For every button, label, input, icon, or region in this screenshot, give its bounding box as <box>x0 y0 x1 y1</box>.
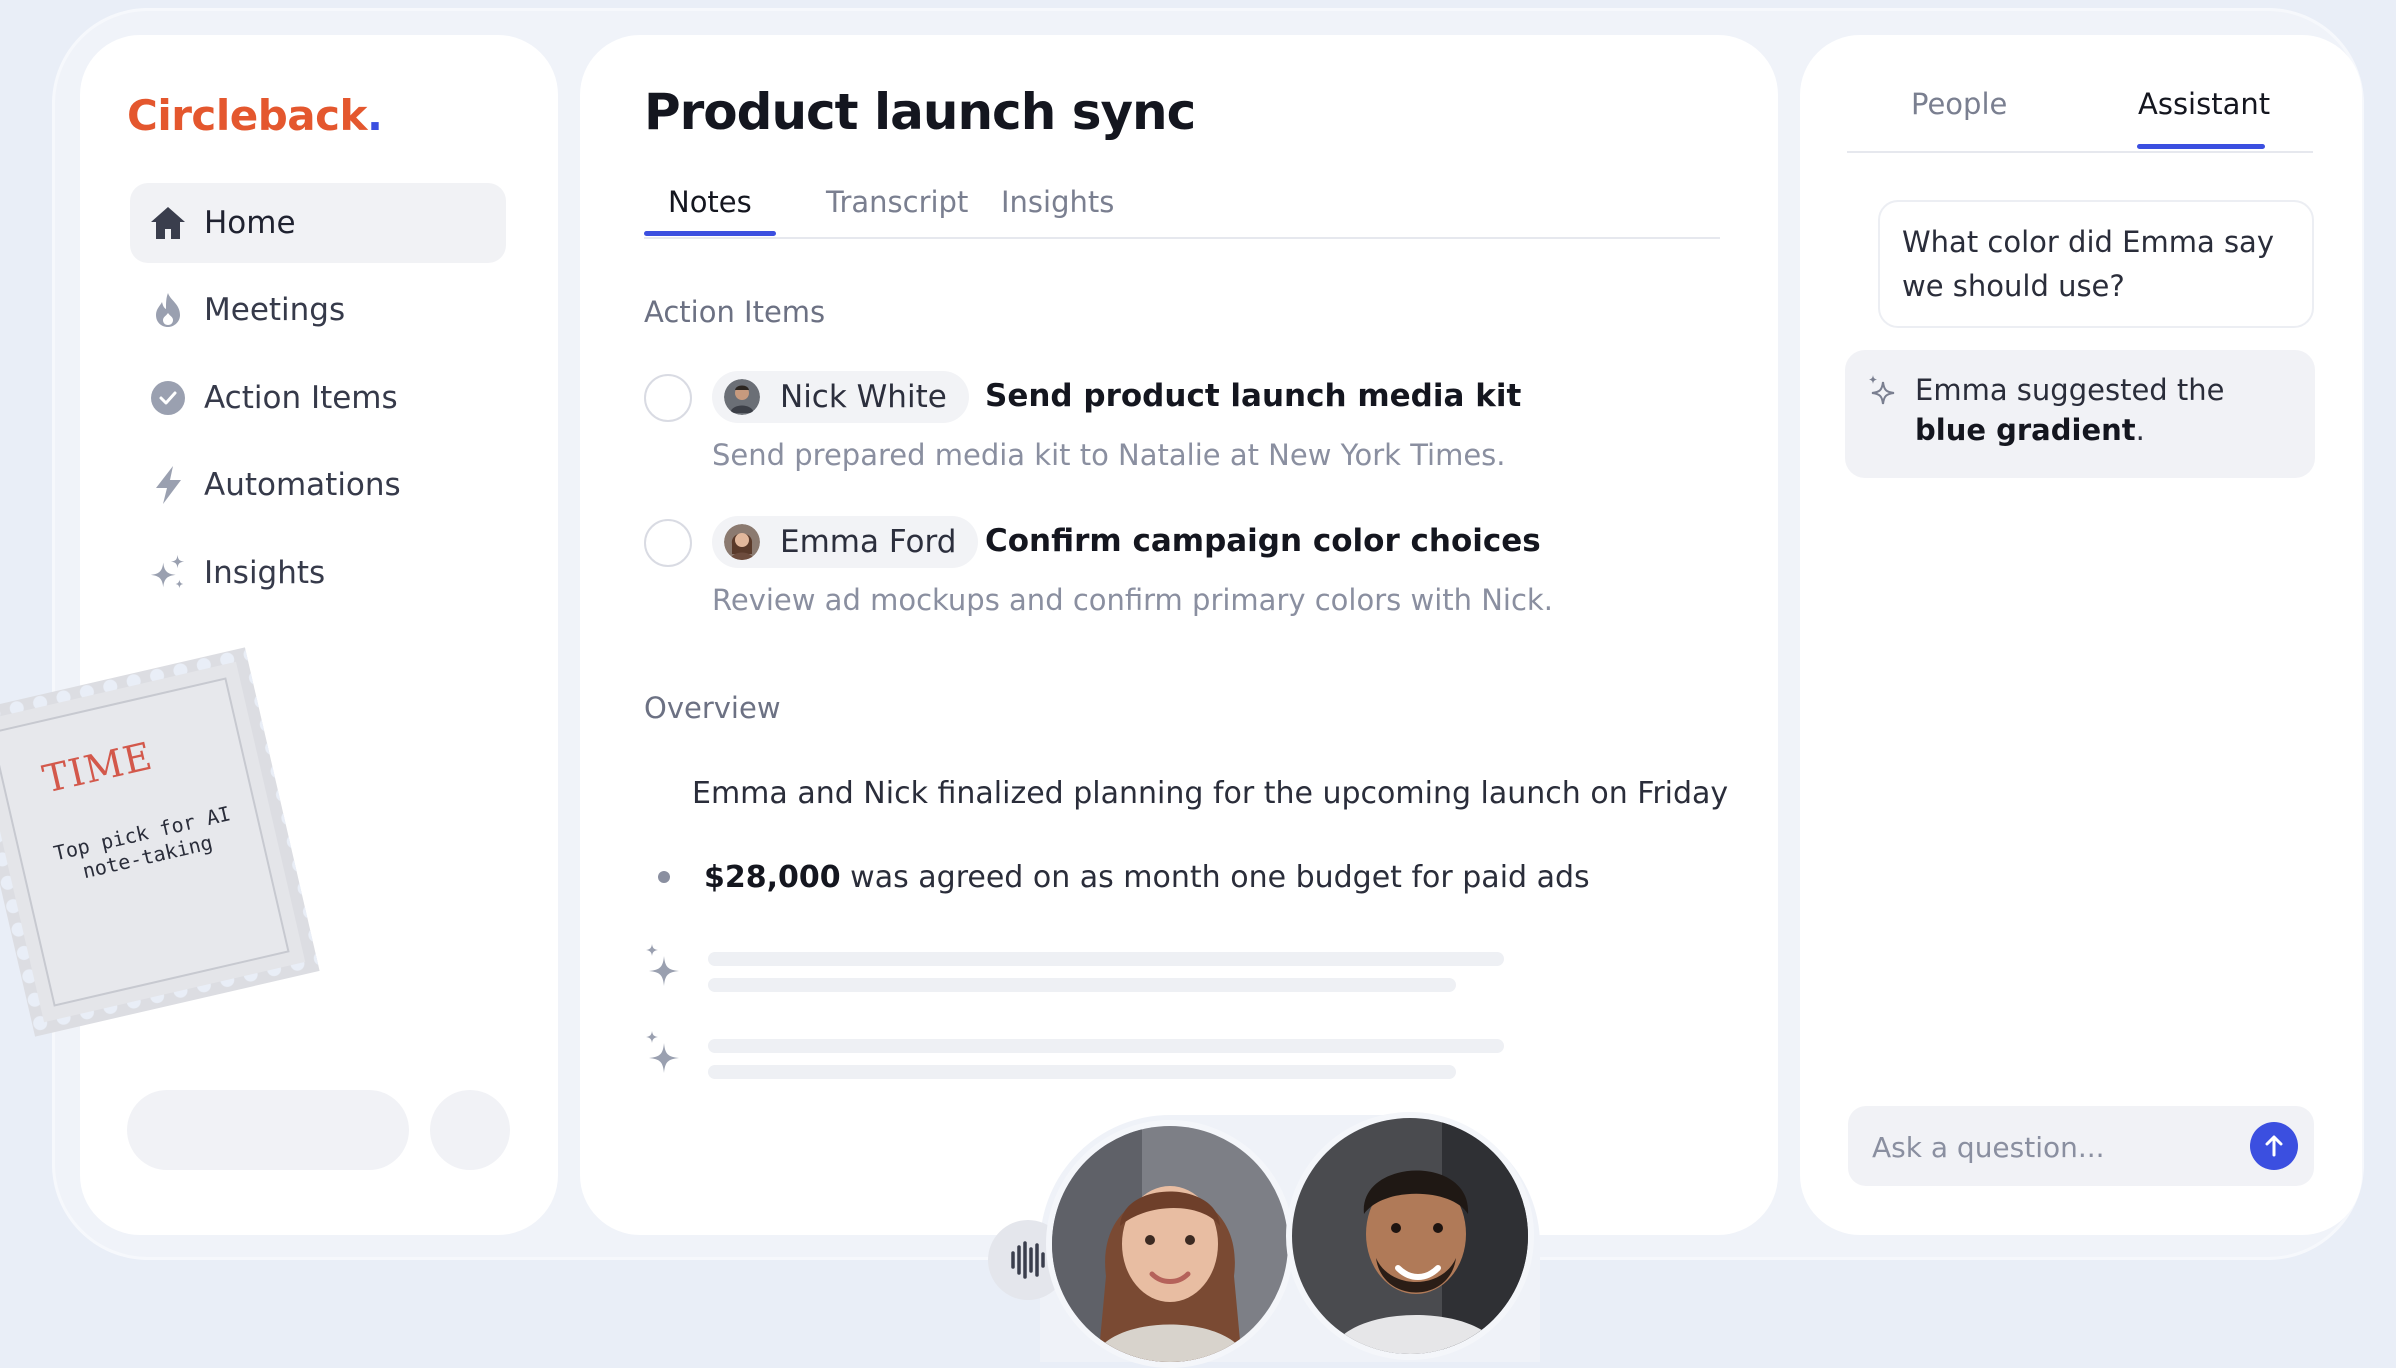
tab-insights[interactable]: Insights <box>1001 185 1114 233</box>
avatar <box>724 524 760 560</box>
sidebar-item-automations[interactable]: Automations <box>130 445 506 525</box>
notes-tabs: Notes Transcript Insights <box>644 185 1720 239</box>
sidebar-item-home[interactable]: Home <box>130 183 506 263</box>
lightning-icon <box>148 465 188 505</box>
placeholder-line <box>708 978 1456 992</box>
list-item: Emma and Nick finalized planning for the… <box>644 769 1728 817</box>
sidebar-footer-avatar[interactable] <box>430 1090 510 1170</box>
ask-question-box <box>1848 1106 2314 1186</box>
sidebar-item-label: Insights <box>204 555 326 591</box>
overview-text: $28,000 was agreed on as month one budge… <box>704 859 1590 895</box>
page-title: Product launch sync <box>644 83 1196 141</box>
sparkles-icon <box>646 944 679 986</box>
assistant-reply-text: Emma suggested the blue gradient. <box>1915 373 2225 447</box>
assistant-panel: People Assistant What color did Emma say… <box>1800 35 2362 1235</box>
action-item: Emma Ford Confirm campaign color choices… <box>644 516 1644 617</box>
loading-placeholder <box>644 940 1544 1010</box>
participant-photo <box>1292 1118 1528 1354</box>
placeholder-line <box>708 952 1504 966</box>
sparkles-icon <box>148 553 188 593</box>
sidebar-item-label: Meetings <box>204 292 346 328</box>
assignee-pill[interactable]: Emma Ford <box>712 516 979 568</box>
overview-heading: Overview <box>644 691 781 725</box>
overview-text: Emma and Nick finalized planning for the… <box>692 775 1729 811</box>
tab-notes[interactable]: Notes <box>644 185 776 236</box>
assistant-message: Emma suggested the blue gradient. <box>1845 350 2315 478</box>
placeholder-line <box>708 1065 1456 1079</box>
action-item-checkbox[interactable] <box>644 374 692 422</box>
sparkles-icon <box>646 1031 679 1073</box>
sidebar-item-meetings[interactable]: Meetings <box>130 270 506 350</box>
action-item-checkbox[interactable] <box>644 519 692 567</box>
participant-video-nick[interactable] <box>1286 1112 1534 1360</box>
assistant-tabs: People Assistant <box>1847 35 2313 153</box>
participant-photo <box>1052 1126 1288 1362</box>
sidebar-item-action-items[interactable]: Action Items <box>130 358 506 438</box>
sidebar-footer-pill[interactable] <box>127 1090 409 1170</box>
action-item-title: Confirm campaign color choices <box>985 523 1541 559</box>
assignee-pill[interactable]: Nick White <box>712 371 969 423</box>
sparkles-icon <box>1869 375 1895 405</box>
bullet-dot <box>658 871 670 883</box>
flame-icon <box>148 290 188 330</box>
list-item: $28,000 was agreed on as month one budge… <box>644 853 1704 901</box>
waveform-icon <box>1011 1241 1045 1279</box>
action-item-title: Send product launch media kit <box>985 378 1522 414</box>
ask-question-input[interactable] <box>1870 1124 2234 1170</box>
action-item: Nick White Send product launch media kit… <box>644 371 1644 472</box>
home-icon <box>148 203 188 243</box>
tab-assistant[interactable]: Assistant <box>2138 87 2270 121</box>
action-item-description: Review ad mockups and confirm primary co… <box>712 583 1553 617</box>
assignee-name: Nick White <box>780 379 947 415</box>
tab-transcript[interactable]: Transcript <box>826 185 968 233</box>
sidebar-item-label: Automations <box>204 467 401 503</box>
sidebar-item-label: Home <box>204 205 296 241</box>
assignee-name: Emma Ford <box>780 524 957 560</box>
tab-people[interactable]: People <box>1911 87 2007 121</box>
action-items-heading: Action Items <box>644 295 826 329</box>
active-tab-indicator <box>2137 144 2265 149</box>
brand-logo[interactable]: Circleback. <box>127 91 383 140</box>
action-item-description: Send prepared media kit to Natalie at Ne… <box>712 438 1506 472</box>
placeholder-line <box>708 1039 1504 1053</box>
send-button[interactable] <box>2250 1122 2298 1170</box>
sidebar-item-insights[interactable]: Insights <box>130 533 506 613</box>
sidebar: Circleback. Home Meetings Action Items A… <box>80 35 558 1235</box>
loading-placeholder <box>644 1027 1544 1097</box>
avatar <box>724 379 760 415</box>
sidebar-item-label: Action Items <box>204 380 398 416</box>
arrow-up-icon <box>2265 1135 2283 1157</box>
notes-panel: Product launch sync Notes Transcript Ins… <box>580 35 1778 1235</box>
participant-video-emma[interactable] <box>1046 1120 1294 1368</box>
user-message: What color did Emma say we should use? <box>1878 200 2314 328</box>
check-circle-icon <box>148 378 188 418</box>
